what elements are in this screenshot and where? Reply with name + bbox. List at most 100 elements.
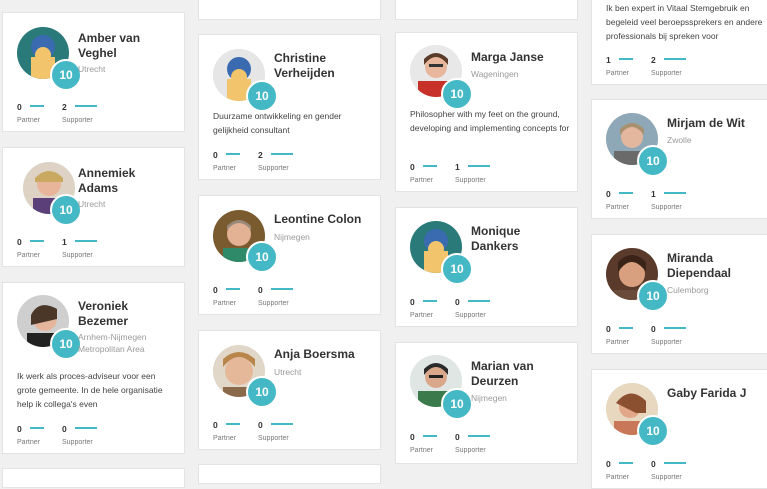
member-city: Wageningen — [471, 69, 519, 79]
supporter-bar — [74, 426, 97, 429]
member-name[interactable]: Leontine Colon — [274, 212, 369, 227]
supporter-stat: 2 Supporter — [62, 97, 97, 124]
partner-stat: 0 Partner — [17, 419, 44, 446]
supporter-bar — [467, 434, 490, 437]
level-badge: 10 — [637, 415, 669, 447]
member-city: Utrecht — [78, 199, 106, 209]
profile-card[interactable]: 10 Marian van Deurzen Nijmegen 0 Partner… — [395, 342, 578, 464]
level-badge: 10 — [441, 78, 473, 110]
profile-card[interactable]: 10 Leontine Colon Nijmegen 0 Partner 0 S… — [198, 195, 381, 315]
partner-bar — [225, 152, 240, 155]
profile-card-partial[interactable] — [2, 468, 185, 488]
profile-card[interactable]: 10 Christine Verheijden Duurzame ontwikk… — [198, 34, 381, 180]
supporter-bar — [74, 104, 97, 107]
partner-bar — [422, 434, 437, 437]
member-name[interactable]: Miranda Diependaal — [667, 251, 767, 281]
supporter-stat: 2 Supporter — [258, 145, 293, 172]
member-name[interactable]: Amber van Veghel — [78, 31, 173, 61]
supporter-stat: 0 Supporter — [455, 292, 490, 319]
partner-stat: 0 Partner — [213, 280, 240, 307]
supporter-stat: 0 Supporter — [651, 454, 686, 481]
supporter-bar — [663, 191, 686, 194]
supporter-bar — [663, 461, 686, 464]
supporter-bar — [467, 164, 490, 167]
supporter-stat: 1 Supporter — [62, 232, 97, 259]
supporter-stat: 0 Supporter — [62, 419, 97, 446]
member-city: Zwolle — [667, 135, 692, 145]
partner-bar — [618, 191, 633, 194]
profile-card[interactable]: Ik ben expert in Vitaal Stemgebruik en b… — [591, 0, 767, 85]
member-name[interactable]: Christine Verheijden — [274, 51, 369, 81]
member-description: Ik ben expert in Vitaal Stemgebruik en b… — [606, 3, 763, 41]
member-name[interactable]: Mirjam de Wit — [667, 116, 767, 131]
supporter-bar — [663, 57, 686, 60]
partner-stat: 0 Partner — [606, 184, 633, 211]
partner-stat: 0 Partner — [410, 157, 437, 184]
member-description: Duurzame ontwikkeling en gender gelijkhe… — [213, 111, 342, 135]
profile-card[interactable]: 10 Monique Dankers 0 Partner 0 Supporter — [395, 207, 578, 327]
supporter-stat: 0 Supporter — [258, 415, 293, 442]
profile-card[interactable]: 10 Amber van Veghel Utrecht 0 Partner 2 … — [2, 12, 185, 132]
member-city: Utrecht — [274, 367, 302, 377]
profile-card[interactable]: 10 Annemiek Adams Utrecht 0 Partner 1 Su… — [2, 147, 185, 267]
member-city: Arnhem-Nijmegen Metropolitan Area — [78, 332, 147, 354]
partner-bar — [618, 461, 633, 464]
member-name[interactable]: Marga Janse — [471, 50, 566, 65]
member-city: Utrecht — [78, 64, 106, 74]
profile-card[interactable]: 10 Gaby Farida J 0 Partner 0 Supporter — [591, 369, 767, 489]
level-badge: 10 — [441, 253, 473, 285]
partner-stat: 0 Partner — [213, 415, 240, 442]
supporter-stat: 2 Supporter — [651, 50, 686, 77]
supporter-bar — [467, 299, 490, 302]
partner-bar — [422, 299, 437, 302]
partner-bar — [29, 239, 44, 242]
partner-stat: 0 Partner — [606, 319, 633, 346]
supporter-bar — [74, 239, 97, 242]
member-description: Philosopher with my feet on the ground, … — [410, 109, 570, 133]
supporter-stat: 1 Supporter — [651, 184, 686, 211]
supporter-stat: 0 Supporter — [258, 280, 293, 307]
partner-stat: 0 Partner — [410, 427, 437, 454]
profile-card-partial[interactable]: Partner Supporter — [198, 0, 381, 20]
member-description: Ik werk als proces-adviseur voor een gro… — [17, 371, 163, 409]
supporter-stat: 1 Supporter — [455, 157, 490, 184]
supporter-stat: 0 Supporter — [455, 427, 490, 454]
profile-card[interactable]: 10 Veroniek Bezemer Arnhem-Nijmegen Metr… — [2, 282, 185, 454]
partner-stat: 0 Partner — [213, 145, 240, 172]
supporter-bar — [270, 422, 293, 425]
level-badge: 10 — [441, 388, 473, 420]
supporter-stat: 0 Supporter — [651, 319, 686, 346]
profile-card-partial[interactable]: Partner Supporter — [395, 0, 578, 20]
partner-stat: 0 Partner — [606, 454, 633, 481]
profile-card-partial[interactable] — [198, 464, 381, 484]
partner-bar — [225, 422, 240, 425]
member-name[interactable]: Annemiek Adams — [78, 166, 173, 196]
partner-stat: 1 Partner — [606, 50, 633, 77]
partner-bar — [225, 287, 240, 290]
partner-bar — [618, 326, 633, 329]
partner-stat: 0 Partner — [17, 232, 44, 259]
member-name[interactable]: Gaby Farida J — [667, 386, 767, 401]
member-city: Nijmegen — [471, 393, 507, 403]
profile-card[interactable]: 10 Anja Boersma Utrecht 0 Partner 0 Supp… — [198, 330, 381, 450]
partner-stat: 0 Partner — [410, 292, 437, 319]
member-city: Nijmegen — [274, 232, 310, 242]
partner-bar — [422, 164, 437, 167]
supporter-bar — [270, 287, 293, 290]
partner-bar — [29, 426, 44, 429]
supporter-bar — [663, 326, 686, 329]
member-name[interactable]: Veroniek Bezemer — [78, 299, 173, 329]
level-badge: 10 — [637, 280, 669, 312]
member-name[interactable]: Anja Boersma — [274, 347, 369, 362]
profile-card[interactable]: 10 Miranda Diependaal Culemborg 0 Partne… — [591, 234, 767, 354]
partner-bar — [618, 57, 633, 60]
member-city: Culemborg — [667, 285, 709, 295]
member-name[interactable]: Monique Dankers — [471, 224, 566, 254]
partner-bar — [29, 104, 44, 107]
profile-card[interactable]: 10 Marga Janse Wageningen Philosopher wi… — [395, 32, 578, 192]
profile-card[interactable]: 10 Mirjam de Wit Zwolle 0 Partner 1 Supp… — [591, 99, 767, 219]
supporter-bar — [270, 152, 293, 155]
partner-stat: 0 Partner — [17, 97, 44, 124]
member-name[interactable]: Marian van Deurzen — [471, 359, 566, 389]
level-badge: 10 — [246, 80, 278, 112]
